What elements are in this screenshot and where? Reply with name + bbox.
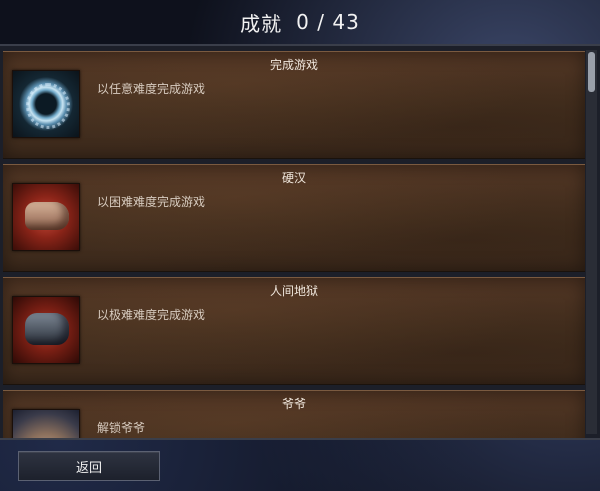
achievement-description: 解锁爷爷 [97,421,146,435]
scrollbar-thumb[interactable] [588,52,595,92]
achievement-list-panel: 完成游戏 以任意难度完成游戏 硬汉 以困难难度完成游戏 人间地狱 以极难难度完成… [0,44,600,440]
grandpa-portrait-icon [12,409,80,438]
achievement-list[interactable]: 完成游戏 以任意难度完成游戏 硬汉 以困难难度完成游戏 人间地狱 以极难难度完成… [3,51,585,438]
achievement-card[interactable]: 人间地狱 以极难难度完成游戏 [3,277,585,385]
achievement-card[interactable]: 完成游戏 以任意难度完成游戏 [3,51,585,159]
achievement-title: 人间地狱 [269,284,318,298]
achievement-description: 以任意难度完成游戏 [97,82,206,96]
scrollbar[interactable] [586,50,597,434]
page-title: 成就 [240,11,283,36]
achievement-title: 硬汉 [281,171,306,185]
blue-ring-icon [12,70,80,138]
achievement-progress: 0 / 43 [296,10,360,34]
achievement-card[interactable]: 硬汉 以困难难度完成游戏 [3,164,585,272]
achievement-title: 爷爷 [281,397,306,411]
achievement-title: 完成游戏 [269,58,318,72]
fist-icon [12,183,80,251]
achievement-card[interactable]: 爷爷 解锁爷爷 [3,390,585,438]
gauntlet-fist-icon [12,296,80,364]
achievement-description: 以困难难度完成游戏 [97,195,206,209]
back-button[interactable]: 返回 [18,451,160,481]
title-bar: 成就 0 / 43 [0,0,600,44]
achievement-description: 以极难难度完成游戏 [97,308,206,322]
